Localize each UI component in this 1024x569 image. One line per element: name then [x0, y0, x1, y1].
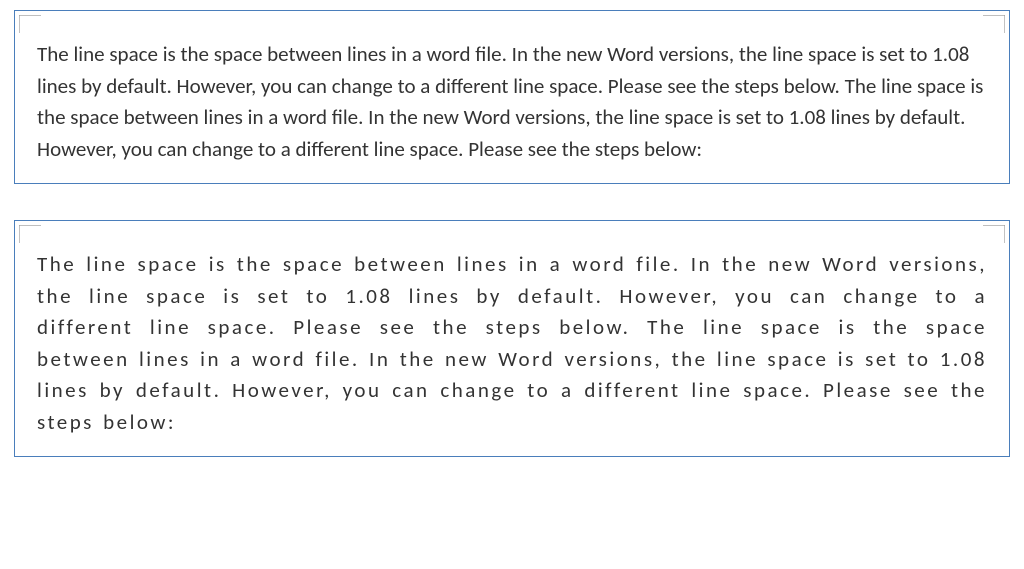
text-box-1[interactable]: The line space is the space between line…	[14, 10, 1010, 184]
margin-marker-top-left-icon	[19, 15, 43, 35]
margin-marker-top-right-icon	[981, 225, 1005, 245]
paragraph-text[interactable]: The line space is the space between line…	[37, 39, 987, 165]
text-box-2[interactable]: The line space is the space between line…	[14, 220, 1010, 457]
margin-marker-top-left-icon	[19, 225, 43, 245]
paragraph-text-expanded[interactable]: The line space is the space between line…	[37, 249, 987, 438]
margin-marker-top-right-icon	[981, 15, 1005, 35]
